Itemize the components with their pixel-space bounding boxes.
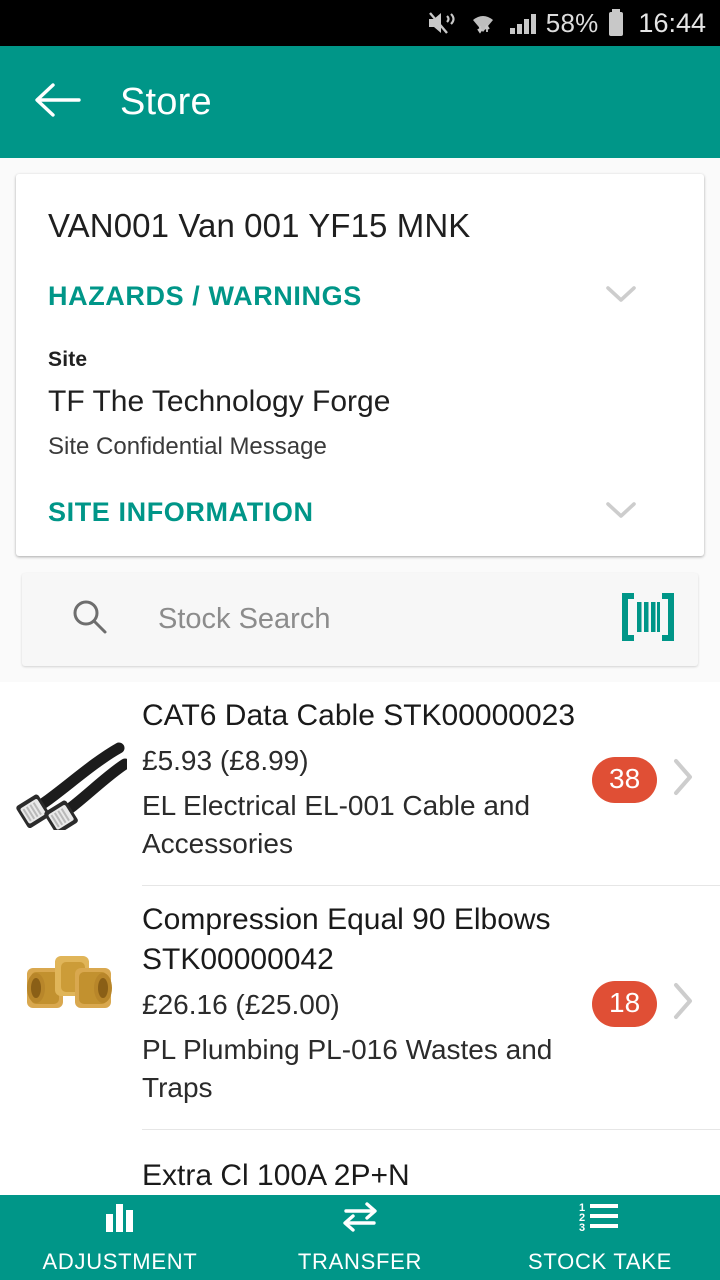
brass-elbow-fitting-image (0, 900, 142, 1028)
list-item-body: CAT6 Data Cable STK00000023 £5.93 (£8.99… (142, 696, 592, 863)
barcode-scan-button[interactable] (620, 591, 676, 648)
app-bar: Store (0, 46, 720, 158)
site-information-section[interactable]: SITE INFORMATION (48, 497, 672, 528)
stock-item-list[interactable]: CAT6 Data Cable STK00000023 £5.93 (£8.99… (0, 682, 720, 1197)
stock-item-title: Compression Equal 90 Elbows STK00000042 (142, 903, 551, 976)
list-item[interactable]: Extra Cl 100A 2P+N (0, 1130, 720, 1197)
stock-item-category: EL Electrical EL-001 Cable and Accessori… (142, 790, 531, 859)
cellular-signal-icon (509, 10, 537, 36)
quantity-badge: 18 (592, 980, 658, 1027)
stock-item-title: Extra Cl 100A 2P+N (142, 1159, 410, 1192)
wifi-icon (466, 10, 500, 36)
nav-label-adjustment: ADJUSTMENT (42, 1249, 198, 1274)
nav-label-stock-take: STOCK TAKE (528, 1249, 672, 1274)
site-confidential-message: Site Confidential Message (48, 433, 327, 460)
search-input[interactable]: Stock Search (158, 603, 620, 636)
numbered-list-icon: 1 2 3 (577, 1200, 623, 1239)
stock-item-title: CAT6 Data Cable STK00000023 (142, 699, 576, 732)
chevron-down-icon[interactable] (602, 282, 640, 311)
hazards-warnings-section[interactable]: HAZARDS / WARNINGS (48, 281, 672, 312)
back-button[interactable] (22, 67, 92, 137)
list-item[interactable]: Compression Equal 90 Elbows STK00000042 … (0, 886, 720, 1107)
volume-mute-icon (427, 10, 457, 36)
list-item-body: Extra Cl 100A 2P+N (142, 1156, 592, 1196)
status-bar: 58% 16:44 (0, 0, 720, 46)
nav-item-stock-take[interactable]: 1 2 3 STOCK TAKE (480, 1200, 720, 1275)
search-icon (70, 597, 110, 642)
barcode-scan-icon (620, 591, 676, 648)
stock-search-bar[interactable]: Stock Search (22, 573, 698, 666)
list-item-trailing: 38 (592, 755, 720, 804)
svg-text:3: 3 (579, 1222, 585, 1234)
ethernet-cable-image (0, 696, 142, 830)
nav-item-transfer[interactable]: TRANSFER (240, 1200, 480, 1275)
stock-item-category: PL Plumbing PL-016 Wastes and Traps (142, 1034, 553, 1103)
site-name: TF The Technology Forge (48, 385, 391, 418)
asset-title: VAN001 Van 001 YF15 MNK (48, 207, 471, 244)
site-field-label: Site (48, 348, 88, 371)
battery-percent-label: 58% (545, 7, 599, 38)
stock-item-thumbnail-placeholder (0, 1156, 142, 1197)
site-information-label: SITE INFORMATION (48, 497, 314, 527)
stock-item-price: £5.93 (£8.99) (142, 745, 309, 776)
page-title: Store (120, 80, 212, 123)
clock-label: 16:44 (638, 7, 706, 38)
quantity-badge: 38 (592, 756, 658, 803)
nav-item-adjustment[interactable]: ADJUSTMENT (0, 1200, 240, 1275)
bar-chart-icon (100, 1200, 140, 1239)
chevron-right-icon[interactable] (671, 755, 697, 804)
battery-icon (607, 9, 625, 37)
nav-label-transfer: TRANSFER (297, 1249, 423, 1274)
list-item-trailing: 18 (592, 979, 720, 1028)
asset-info-card: VAN001 Van 001 YF15 MNK HAZARDS / WARNIN… (16, 174, 704, 556)
chevron-right-icon[interactable] (671, 979, 697, 1028)
hazards-warnings-label: HAZARDS / WARNINGS (48, 281, 362, 311)
chevron-down-icon[interactable] (602, 498, 640, 527)
list-item[interactable]: CAT6 Data Cable STK00000023 £5.93 (£8.99… (0, 682, 720, 863)
stock-item-price: £26.16 (£25.00) (142, 989, 340, 1020)
back-arrow-icon (33, 81, 81, 124)
list-item-body: Compression Equal 90 Elbows STK00000042 … (142, 900, 592, 1107)
bottom-navigation-bar: ADJUSTMENT TRANSFER 1 2 3 STOCK TAKE (0, 1195, 720, 1280)
transfer-arrows-icon (338, 1200, 382, 1239)
app-screen: 58% 16:44 Store VAN001 Van 001 YF15 MNK … (0, 0, 720, 1280)
